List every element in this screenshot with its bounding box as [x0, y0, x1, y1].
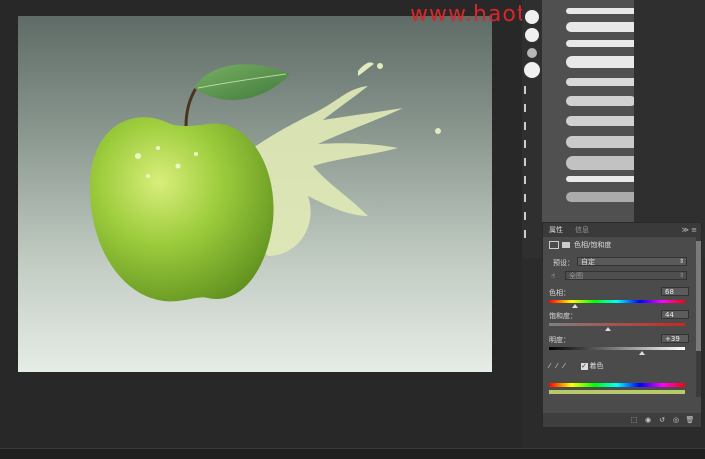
hand-tool-icon[interactable]: ☝ [551, 272, 555, 280]
clip-to-layer-icon[interactable]: ⬚ [629, 416, 639, 425]
hue-slider-thumb[interactable] [572, 304, 578, 308]
brush-tip-icon[interactable] [524, 140, 540, 148]
properties-scrollbar-thumb[interactable] [696, 241, 701, 351]
brush-tip-icon[interactable] [527, 48, 537, 58]
eyedropper-minus-icon[interactable]: ⁄ [563, 362, 564, 370]
lightness-slider-thumb[interactable] [639, 351, 645, 355]
colorize-checkbox[interactable]: ✓ 着色 [580, 361, 604, 371]
chevron-down-icon: ⇕ [678, 258, 684, 265]
status-bar [0, 448, 705, 459]
saturation-slider-track[interactable] [549, 323, 685, 326]
brush-tip-icon[interactable] [525, 28, 539, 42]
brush-tip-icon[interactable] [524, 158, 540, 166]
brush-tip-column [522, 0, 542, 258]
brush-tip-icon[interactable] [524, 230, 540, 238]
color-range-bar-top [549, 383, 685, 387]
brush-tip-icon[interactable] [524, 104, 540, 112]
brush-stroke-preview[interactable] [566, 78, 644, 86]
hue-input[interactable]: 68 [661, 287, 689, 296]
trash-icon[interactable]: 🗑 [685, 416, 695, 425]
preset-value: 自定 [581, 257, 595, 266]
tab-properties[interactable]: 属性 [543, 225, 569, 235]
adjustment-layer-icon [549, 241, 559, 249]
color-range-bar-bottom [549, 390, 685, 394]
adjustment-header: 色相/饱和度 [549, 240, 611, 250]
brush-tip-icon[interactable] [524, 194, 540, 202]
panel-menu-icon[interactable]: ≫ ≡ [682, 226, 697, 234]
chevron-down-icon: ⇕ [678, 272, 684, 279]
properties-scrollbar[interactable] [696, 237, 701, 397]
colorize-label: 着色 [589, 362, 604, 370]
channel-value: 全图 [569, 271, 583, 280]
brush-tip-icon[interactable] [524, 86, 540, 94]
channel-select[interactable]: 全图 ⇕ [565, 271, 687, 280]
brush-tip-icon[interactable] [524, 122, 540, 130]
check-icon: ✓ [580, 361, 588, 370]
eyedropper-icon[interactable]: ⁄ [549, 362, 550, 370]
saturation-label: 饱和度： [549, 312, 577, 320]
mask-icon [562, 242, 570, 248]
properties-footer: ⬚ ◉ ↺ ◎ 🗑 [543, 413, 701, 427]
toggle-visibility-icon[interactable]: ◎ [671, 416, 681, 425]
preset-label: 预设： [553, 259, 574, 267]
lightness-label: 明度： [549, 336, 570, 344]
reset-icon[interactable]: ↺ [657, 416, 667, 425]
tab-info[interactable]: 信息 [569, 225, 595, 235]
brush-stroke-preview[interactable] [566, 96, 636, 106]
preset-select[interactable]: 自定 ⇕ [577, 257, 687, 266]
visibility-eye-icon[interactable]: ◉ [643, 416, 653, 425]
brush-tip-icon[interactable] [524, 212, 540, 220]
hue-label: 色相： [549, 289, 570, 297]
document-canvas[interactable] [18, 16, 492, 372]
hue-slider-track[interactable] [549, 300, 685, 303]
canvas-area [0, 0, 522, 458]
eyedropper-plus-icon[interactable]: ⁄ [556, 362, 557, 370]
properties-panel: 属性 信息 ≫ ≡ 色相/饱和度 预设： 自定 ⇕ ☝ 全图 ⇕ 色相： 68 … [542, 222, 702, 428]
lightness-slider-track[interactable] [549, 347, 685, 350]
properties-tabs: 属性 信息 ≫ ≡ [543, 223, 701, 237]
lightness-input[interactable]: +39 [661, 334, 689, 343]
saturation-slider-thumb[interactable] [605, 327, 611, 331]
brush-tip-icon[interactable] [525, 10, 539, 24]
brush-tip-icon[interactable] [524, 176, 540, 184]
adjustment-type: 色相/饱和度 [574, 241, 612, 249]
apple-image [89, 62, 441, 302]
panel-gutter [634, 0, 705, 258]
eyedropper-row: ⁄ ⁄ ⁄ ✓ 着色 [549, 361, 604, 371]
brush-tip-icon[interactable] [524, 62, 540, 78]
saturation-input[interactable]: 44 [661, 310, 689, 319]
